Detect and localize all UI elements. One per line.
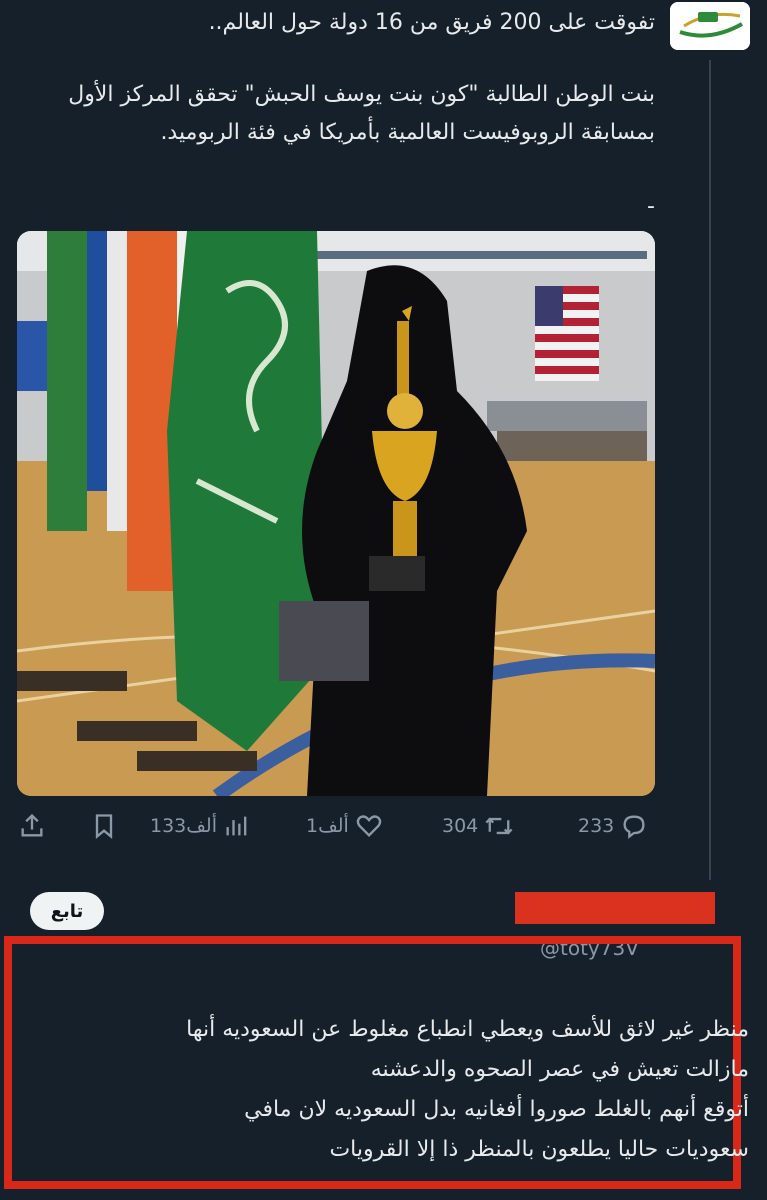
retweet-button[interactable]: 304 <box>442 810 514 842</box>
reply-line: مازالت تعيش في عصر الصحوه والدعشنه <box>370 1057 749 1082</box>
retweets-count: 304 <box>442 815 479 837</box>
follow-button[interactable]: تابع <box>30 892 104 930</box>
tweet-body: بنت الوطن الطالبة "كون بنت يوسف الحبش" ت… <box>68 82 655 145</box>
thread-line <box>709 60 711 880</box>
reply-line: أتوقع أنهم بالغلط صوروا أفغانيه بدل السع… <box>244 1097 749 1122</box>
retweet-icon <box>485 817 513 835</box>
tweet-actions-bar: 133ألف 1ألف 304 233 <box>0 800 767 854</box>
reply-line: منظر غير لائق للأسف ويعطي انطباع مغلوط ع… <box>186 1017 749 1042</box>
replies-count: 233 <box>578 815 615 837</box>
reply-button[interactable]: 233 <box>578 810 648 842</box>
tweet-separator: - <box>647 194 655 219</box>
account-logo-icon <box>670 2 750 50</box>
analytics-icon <box>226 816 247 836</box>
reply-author-name-redacted <box>515 892 715 924</box>
share-button[interactable] <box>18 810 46 842</box>
account-avatar[interactable] <box>670 2 750 50</box>
heart-icon <box>356 815 382 837</box>
share-icon <box>21 813 43 837</box>
reply-line: سعوديات حاليا يطلعون بالمنظر ذا إلا القر… <box>329 1137 749 1162</box>
likes-count: 1ألف <box>306 815 349 837</box>
tweet-photo[interactable] <box>17 231 655 796</box>
like-button[interactable]: 1ألف <box>306 810 383 842</box>
reply-icon <box>623 815 645 839</box>
views-button[interactable]: 133ألف <box>150 810 251 842</box>
reply-text: منظر غير لائق للأسف ويعطي انطباع مغلوط ع… <box>14 1010 749 1170</box>
views-count: 133ألف <box>150 815 218 837</box>
bookmark-icon <box>95 814 113 839</box>
tweet-headline: تفوقت على 200 فريق من 16 دولة حول العالم… <box>208 10 655 35</box>
us-flag <box>535 286 599 381</box>
bookmark-button[interactable] <box>90 810 118 842</box>
